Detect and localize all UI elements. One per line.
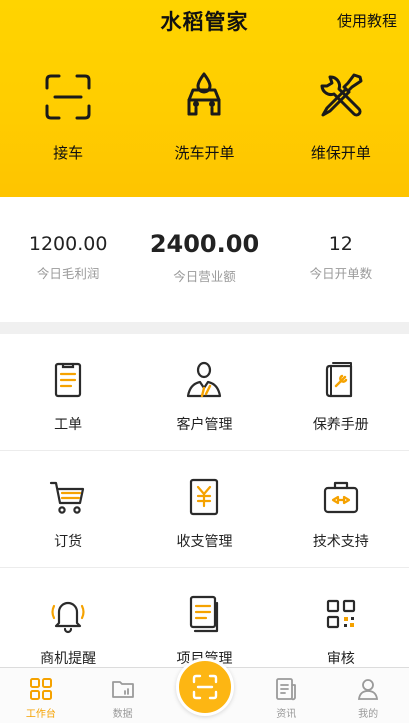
news-icon [276, 678, 297, 701]
quick-action-label: 维保开单 [310, 144, 371, 162]
scan-frame-icon [45, 74, 91, 120]
user-icon [358, 679, 379, 700]
quick-action-label: 洗车开单 [174, 144, 235, 162]
grid-item-customer[interactable]: 客户管理 [136, 334, 272, 450]
stat-caption: 今日营业额 [173, 269, 236, 284]
toolbox-icon [323, 481, 358, 514]
stat-caption: 今日开单数 [309, 266, 373, 281]
stat-value: 2400.00 [149, 230, 260, 258]
grid-label: 收支管理 [176, 534, 233, 550]
quick-action-car-wash[interactable]: 洗车开单 [136, 70, 272, 163]
grid-label: 工单 [54, 417, 83, 433]
yen-receipt-icon [190, 478, 219, 516]
tab-label: 资讯 [276, 709, 297, 720]
bell-icon [51, 601, 85, 634]
stat-caption: 今日毛利润 [36, 266, 100, 281]
grid-item-manual[interactable]: 保养手册 [273, 334, 409, 450]
scan-icon [192, 674, 218, 700]
qr-code-icon [326, 599, 355, 629]
dashboard-grid-icon [29, 678, 52, 700]
grid-row: 订货 收支管理 技术支持 [0, 451, 409, 568]
tab-mine[interactable]: 我的 [327, 668, 409, 723]
quick-action-pickup[interactable]: 接车 [0, 70, 136, 163]
grid-label: 订货 [54, 534, 83, 550]
quick-action-maintenance[interactable]: 维保开单 [273, 70, 409, 163]
data-folder-icon [111, 681, 134, 698]
grid-label: 客户管理 [176, 417, 233, 433]
stat-order-count[interactable]: 12 今日开单数 [273, 197, 409, 322]
tab-workbench[interactable]: 工作台 [0, 668, 82, 723]
tutorial-link[interactable]: 使用教程 [337, 10, 397, 31]
wrench-screwdriver-icon [320, 73, 363, 117]
grid-item-work-order[interactable]: 工单 [0, 334, 136, 450]
manual-book-icon [325, 362, 352, 398]
tab-label: 我的 [358, 709, 379, 720]
grid-label: 技术支持 [312, 534, 369, 550]
car-wash-icon [187, 72, 221, 116]
customer-icon [187, 361, 222, 398]
stat-gross-profit[interactable]: 1200.00 今日毛利润 [0, 197, 136, 322]
grid-label: 审核 [326, 651, 355, 667]
stat-value: 1200.00 [28, 233, 108, 255]
shopping-cart-icon [50, 481, 85, 514]
top-bar: 水稻管家 使用教程 [0, 0, 409, 40]
tab-data[interactable]: 数据 [82, 668, 164, 723]
grid-item-finance[interactable]: 收支管理 [136, 451, 272, 567]
work-order-icon [55, 362, 82, 398]
stat-revenue[interactable]: 2400.00 今日营业额 [136, 197, 272, 322]
today-stats: 1200.00 今日毛利润 2400.00 今日营业额 12 今日开单数 [0, 197, 409, 322]
tab-news[interactable]: 资讯 [245, 668, 327, 723]
project-stack-icon [190, 595, 219, 633]
grid-item-order-goods[interactable]: 订货 [0, 451, 136, 567]
tab-label: 工作台 [25, 709, 56, 720]
grid-item-tech-support[interactable]: 技术支持 [273, 451, 409, 567]
header-banner: 水稻管家 使用教程 接车 洗车开单 维保开单 [0, 0, 409, 197]
section-divider [0, 322, 409, 334]
grid-label: 保养手册 [312, 417, 369, 433]
stat-value: 12 [328, 233, 353, 255]
grid-label: 商机提醒 [40, 651, 97, 667]
quick-action-label: 接车 [53, 144, 84, 162]
tab-label: 数据 [112, 709, 133, 720]
feature-grid: 工单 客户管理 保养手册 订货 收支管理 技术支持 商机提醒 审核 [0, 334, 409, 685]
quick-actions: 接车 洗车开单 维保开单 [0, 70, 409, 163]
scan-button[interactable] [176, 658, 234, 716]
grid-row: 工单 客户管理 保养手册 [0, 334, 409, 451]
